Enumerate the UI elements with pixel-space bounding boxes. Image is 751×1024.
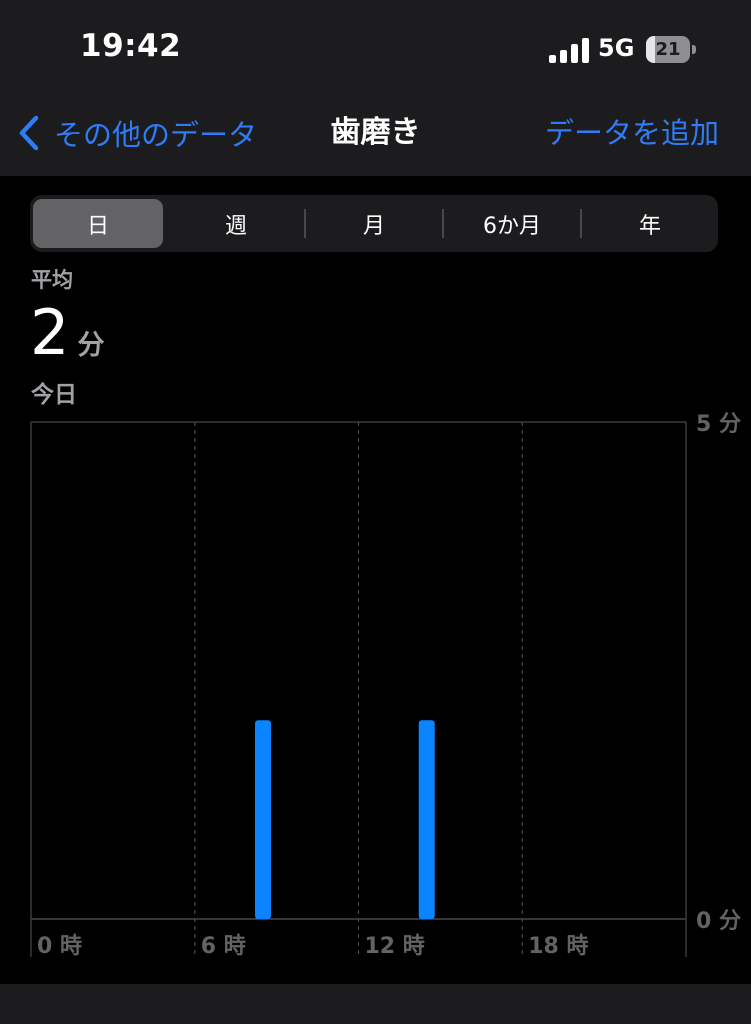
y-tick-label-0: 0 分 (696, 909, 741, 934)
chevron-left-icon (19, 115, 39, 151)
x-tick-label-0: 0 時 (37, 934, 82, 959)
segment-day-label: 日 (86, 213, 109, 239)
x-tick-label-12: 12 時 (365, 934, 425, 959)
segment-six-months-label: 6か月 (483, 213, 541, 239)
average-label: 平均 (31, 268, 73, 292)
add-data-button[interactable]: データを追加 (545, 112, 719, 154)
chart-bar-1 (418, 720, 435, 919)
segment-year[interactable]: 年 (582, 195, 718, 252)
average-value-row: 2 分 (30, 296, 104, 370)
signal-bar-4 (582, 38, 589, 63)
signal-bar-3 (571, 44, 578, 63)
segment-six-months[interactable]: 6か月 (444, 195, 580, 252)
bottom-bar (0, 984, 751, 1024)
segment-week-label: 週 (224, 213, 247, 239)
chart-bar-0 (254, 720, 271, 919)
segment-month-label: 月 (362, 213, 385, 239)
period-segmented-control: 日 週 月 6か月 年 (30, 195, 718, 252)
top-bar: 19:42 5G 21 その他のデータ 歯磨き データを追加 (0, 0, 751, 176)
segment-year-label: 年 (638, 213, 661, 239)
battery-level: 21 (655, 39, 681, 60)
segment-month[interactable]: 月 (306, 195, 442, 252)
signal-bar-2 (560, 50, 567, 63)
status-time: 19:42 (80, 28, 182, 64)
network-type: 5G (598, 34, 635, 62)
cellular-signal-icon (549, 37, 589, 63)
segment-day[interactable]: 日 (30, 195, 166, 252)
back-label: その他のデータ (54, 118, 258, 152)
average-value: 2 (30, 296, 70, 369)
x-tick-label-18: 18 時 (528, 934, 588, 959)
segment-week[interactable]: 週 (168, 195, 304, 252)
battery-icon: 21 (646, 36, 696, 63)
back-button[interactable]: その他のデータ (16, 112, 257, 154)
y-tick-label-5: 5 分 (696, 412, 741, 437)
brushing-chart[interactable]: 0 時 6 時 12 時 18 時 5 分 0 分 (0, 400, 751, 980)
signal-bar-1 (549, 55, 556, 63)
average-unit: 分 (77, 330, 105, 361)
x-tick-label-6: 6 時 (201, 934, 246, 959)
